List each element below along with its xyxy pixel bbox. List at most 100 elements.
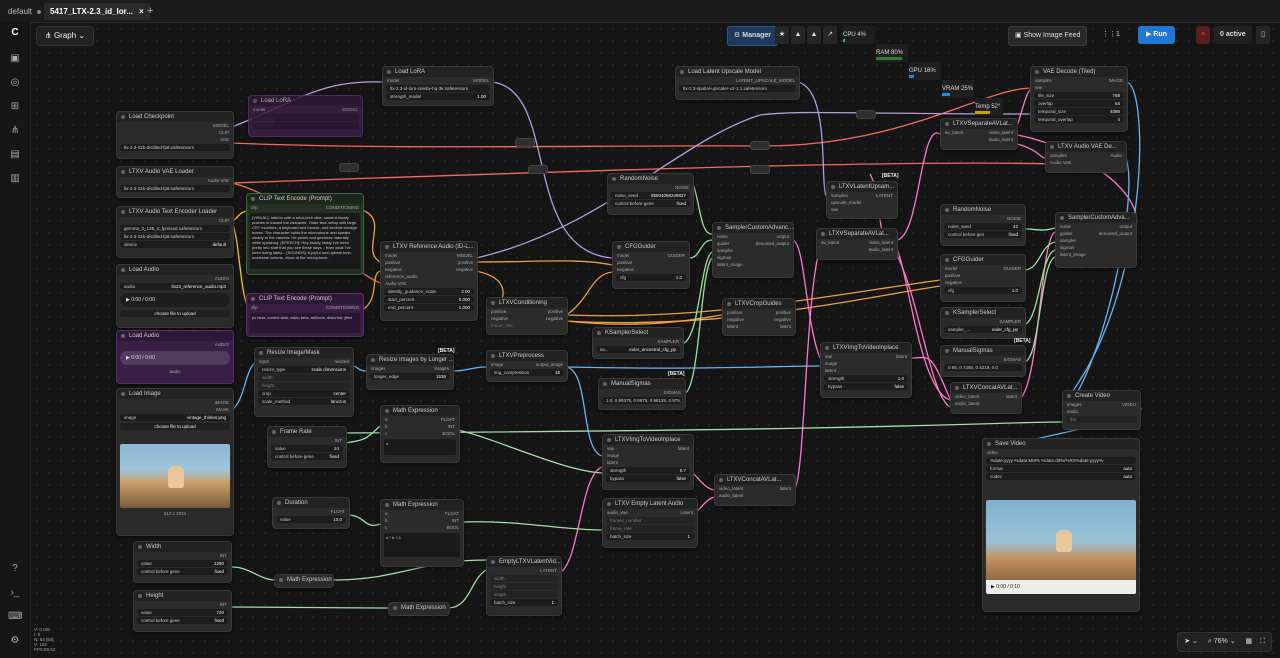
node-ltxv-img-to-video-2[interactable]: LTXVImgToVideoInplace vae latent image la… (820, 342, 912, 398)
node-math-expression[interactable]: Math Expression a FLOAT b INT c BOOL a (380, 405, 460, 463)
sigmas-widget[interactable]: 1.0, 0.99375, 0.9875, 0.98125, 0.975, 0.… (602, 397, 682, 404)
models-install-icon[interactable]: ▲ (807, 26, 821, 44)
output-sigmas[interactable]: SIGMAS (941, 356, 1025, 363)
slot-row[interactable]: samples LATENT (827, 192, 897, 199)
slot-row[interactable]: model GUIDER (941, 265, 1025, 272)
width-widget[interactable]: width (258, 374, 350, 381)
node-random-noise-2[interactable]: RandomNoise NOISE noise_seed 42 control b… (940, 204, 1026, 246)
node-ltxv-audio-vae-decode[interactable]: LTXV Audio VAE De... samples Audio Audio … (1045, 141, 1127, 173)
slot-row[interactable]: positive (941, 272, 1025, 279)
reroute-node[interactable] (750, 165, 770, 174)
node-duration[interactable]: Duration FLOAT value 10.0 (272, 497, 350, 529)
slot-row[interactable]: Audio VAE (1046, 159, 1126, 166)
node-resize-images-longer[interactable]: Resize Images by Longer ... images images… (366, 354, 454, 390)
slot-row[interactable]: negative (613, 266, 689, 273)
node-ltxv-conditioning[interactable]: LTXVConditioning positive positive negati… (486, 297, 568, 335)
input-video[interactable]: video (983, 449, 1139, 456)
strength-widget[interactable] (252, 122, 359, 129)
node-ltxv-reference-audio[interactable]: LTXV Reference Audio (ID-L... model MODEL… (380, 241, 478, 321)
star-icon[interactable]: ★ (775, 26, 789, 44)
batch-size-widget[interactable]: batch_size 1 (490, 599, 558, 606)
node-create-video[interactable]: Create Video images VIDEO audio fps (1062, 390, 1141, 430)
slot-row[interactable]: negative negative (381, 266, 477, 273)
slot-row[interactable]: model MODEL (381, 252, 477, 259)
node-load-latent-upscale-model[interactable]: Load Latent Upscale Model LATENT_UPSCALE… (675, 66, 800, 100)
ckpt-widget[interactable]: ltx-2.3-22b-distilled-fp8.safetensors (120, 185, 230, 192)
output-clip[interactable]: CLIP (117, 129, 233, 136)
node-ltxv-img-to-video[interactable]: LTXVImgToVideoInplace vae latent image la… (602, 434, 694, 490)
sampler-name-widget[interactable]: sa... euler_ancestral_cfg_pp (596, 346, 680, 353)
slot-row[interactable]: b INT (381, 517, 463, 524)
slot-row[interactable]: vae latent (603, 445, 693, 452)
tile-size-widget[interactable]: tile_size 768 (1034, 92, 1124, 99)
slot-row[interactable]: positive positive (723, 309, 795, 316)
control-widget[interactable]: control before gene fixed (271, 453, 343, 460)
slot-row[interactable]: latent_image (1056, 251, 1136, 258)
expression-textarea[interactable]: a * b + 1 (384, 533, 460, 557)
slot-row[interactable]: guider denoised_output (713, 240, 793, 247)
output-int[interactable]: INT (268, 437, 346, 444)
output-mask[interactable]: MASK (117, 406, 233, 413)
output-latent[interactable]: LATENT (487, 567, 561, 574)
longer-edge-widget[interactable]: longer_edge 1536 (370, 373, 450, 380)
negative-prompt-textarea[interactable]: pc beta, control slab, video beta, artif… (250, 313, 360, 333)
scale-method-widget[interactable]: scale_method lanczos (258, 398, 350, 405)
slot-row[interactable]: audio (1063, 408, 1140, 415)
show-image-feed-button[interactable]: ▣ Show Image Feed (1008, 26, 1088, 46)
slot-row[interactable]: guider denoised_output (1056, 230, 1136, 237)
node-load-image[interactable]: Load Image IMAGE MASK image vintage_think… (116, 388, 234, 536)
control-widget[interactable]: control before gen fixed (944, 231, 1022, 238)
lora-widget[interactable] (252, 114, 359, 121)
reroute-node[interactable] (339, 163, 359, 172)
output-sampler[interactable]: SAMPLER (593, 338, 683, 345)
output-int[interactable]: INT (134, 601, 231, 608)
value-widget[interactable]: value 1280 (137, 560, 228, 567)
queue-count[interactable]: 1 (1116, 26, 1120, 44)
filename-prefix-widget[interactable]: %date:yyyy-%date:MM% %date:dd%/%RS%date:… (986, 457, 1136, 464)
temporal-size-widget[interactable]: temporal_size 4096 (1034, 108, 1124, 115)
slot-row[interactable]: c BOOL (381, 430, 459, 437)
text-encoder-widget[interactable]: gemma_3_12B_it_fpmixed.safetensors (120, 225, 230, 232)
node-load-checkpoint[interactable]: Load Checkpoint MODEL CLIP VAE ltx-2.3-2… (116, 111, 234, 159)
slot-row[interactable]: noise output (1056, 223, 1136, 230)
slot-row[interactable]: upscale_model (827, 199, 897, 206)
value-widget[interactable]: value 720 (137, 609, 228, 616)
node-ltxv-preprocess[interactable]: LTXVPreprocess image output_image img_com… (486, 350, 568, 382)
value-widget[interactable]: value 10.0 (276, 516, 346, 523)
output-clip[interactable]: CLIP (117, 217, 233, 224)
slot-row[interactable]: negative negative (487, 315, 567, 322)
slot-row[interactable]: latent (821, 367, 911, 374)
prompt-textarea[interactable]: [VISUAL]: Interior with a retro-tech vib… (250, 213, 360, 269)
output-image[interactable]: IMAGE (117, 399, 233, 406)
slot-row[interactable]: positive positive (381, 259, 477, 266)
zoom-level[interactable]: 76% (1214, 638, 1228, 645)
strength-widget[interactable]: strength 1.0 (824, 375, 908, 382)
slot-row[interactable]: latent (603, 459, 693, 466)
node-height[interactable]: Height INT value 720 control before gene f… (133, 590, 232, 632)
input-output[interactable]: input resized (255, 358, 353, 365)
ckpt-name-widget[interactable]: ltx-2.3-22b-distilled-fp8.safetensors (120, 144, 230, 151)
active-queue-button[interactable]: 0 active (1214, 26, 1252, 44)
node-load-audio[interactable]: Load Audio AUDIO audio ltx23_reference_au… (116, 264, 234, 328)
audio-player[interactable]: ▶ 0:00 / 0:00 (120, 351, 230, 365)
output-sampler[interactable]: SAMPLER (941, 318, 1025, 325)
slot-row[interactable]: images VIDEO (1063, 401, 1140, 408)
slot-row[interactable]: samples IMAGE (1031, 77, 1127, 84)
node-ksampler-select[interactable]: KSamplerSelect SAMPLER sa... euler_ancest… (592, 327, 684, 359)
nodes-install-icon[interactable]: ▲ (791, 26, 805, 44)
length-widget[interactable]: length (490, 591, 558, 598)
sigmas-widget[interactable]: 0.85, 0.7250, 0.4219, 0.0 (944, 364, 1022, 371)
height-widget[interactable]: height (258, 382, 350, 389)
slot-row[interactable]: sampler (1056, 237, 1136, 244)
strength-widget[interactable]: strength_model 1.00 (386, 93, 490, 100)
slot-row[interactable]: audio_latent (941, 136, 1017, 143)
node-sampler-custom-advanced[interactable]: SamplerCustomAdvanc... noise output guide… (712, 222, 794, 278)
manager-button[interactable]: ⚙ Manager (727, 26, 779, 46)
node-clip-text-negative[interactable]: CLIP Text Encode (Prompt) clip CONDITIONI… (246, 293, 364, 337)
node-ltxv-separate-av-latent[interactable]: LTXVSeparateAVLat... av_latent video_late… (816, 228, 898, 260)
cfg-widget[interactable]: cfg 1.0 (944, 287, 1022, 294)
share-icon[interactable]: ↗ (823, 26, 837, 44)
run-button[interactable]: ▶ Run (1138, 26, 1175, 44)
slot-row[interactable]: av_latent video_latent (941, 129, 1017, 136)
node-sampler-custom-advanced-2[interactable]: SamplerCustomAdva... noise output guider d… (1055, 212, 1137, 268)
